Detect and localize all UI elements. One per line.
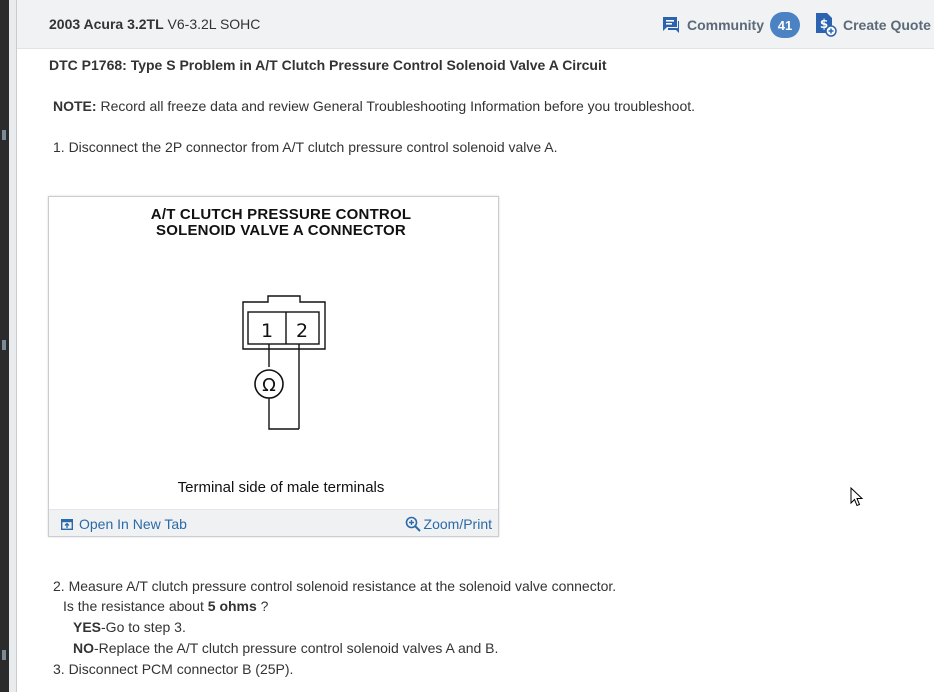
- resistance-question: Is the resistance about 5 ohms ?: [63, 598, 268, 614]
- dollar-document-icon: $: [816, 13, 837, 37]
- step-2-text: 2. Measure A/T clutch pressure control s…: [53, 578, 617, 594]
- vehicle-title: 2003 Acura 3.2TL V6-3.2L SOHC: [49, 16, 260, 32]
- note-text: Record all freeze data and review Genera…: [96, 98, 696, 114]
- edge-marker: [2, 340, 6, 350]
- yes-branch: YES-Go to step 3.: [73, 619, 186, 635]
- left-gutter: [9, 0, 17, 692]
- open-tab-label: Open In New Tab: [79, 516, 187, 532]
- community-button[interactable]: Community 41: [662, 12, 800, 38]
- open-tab-icon: [61, 518, 73, 530]
- edge-marker: [2, 130, 6, 140]
- connector-outline: [242, 295, 326, 350]
- terminal-1-label: 1: [261, 320, 273, 342]
- ohm-symbol: Ω: [262, 375, 276, 396]
- connector-inner-housing: [247, 311, 320, 345]
- zoom-in-icon: [405, 516, 421, 532]
- vehicle-engine: V6-3.2L SOHC: [167, 16, 261, 32]
- note-label: NOTE:: [53, 98, 97, 114]
- mouse-cursor-icon: [850, 487, 864, 507]
- note-paragraph: NOTE: Record all freeze data and review …: [53, 98, 695, 114]
- chat-bubble-icon: [663, 17, 679, 33]
- step-1-text: 1. Disconnect the 2P connector from A/T …: [53, 139, 558, 155]
- step-3-text: 3. Disconnect PCM connector B (25P).: [53, 661, 294, 677]
- figure-title: A/T CLUTCH PRESSURE CONTROL SOLENOID VAL…: [49, 207, 513, 239]
- connector-diagram: 1 2 Ω: [242, 295, 326, 430]
- yes-label: YES: [73, 619, 102, 635]
- figure-title-line-1: A/T CLUTCH PRESSURE CONTROL: [150, 206, 412, 223]
- vehicle-make-model: 2003 Acura 3.2TL: [49, 16, 164, 32]
- no-text: -Replace the A/T clutch pressure control…: [94, 640, 499, 656]
- create-quote-label: Create Quote: [843, 17, 931, 33]
- probe-wire-bottom: [268, 398, 299, 430]
- question-prefix: Is the resistance about: [63, 598, 208, 614]
- zoom-print-label: Zoom/Print: [423, 516, 492, 532]
- figure-title-line-2: SOLENOID VALVE A CONNECTOR: [156, 222, 406, 239]
- create-quote-button[interactable]: $ Create Quote: [814, 12, 931, 38]
- page-header: 2003 Acura 3.2TL V6-3.2L SOHC Community …: [17, 0, 934, 49]
- connector-figure: A/T CLUTCH PRESSURE CONTROL SOLENOID VAL…: [48, 196, 499, 537]
- figure-caption: Terminal side of male terminals: [177, 479, 385, 496]
- question-value: 5 ohms: [207, 598, 257, 614]
- no-label: NO: [73, 640, 94, 656]
- open-in-new-tab-link[interactable]: Open In New Tab: [61, 516, 187, 532]
- edge-marker: [2, 650, 6, 660]
- figure-toolbar: Open In New Tab Zoom/Print: [49, 509, 498, 536]
- community-count-badge: 41: [770, 12, 800, 38]
- window-left-edge: [0, 0, 9, 692]
- community-label: Community: [687, 17, 764, 33]
- question-suffix: ?: [256, 598, 269, 614]
- no-branch: NO-Replace the A/T clutch pressure contr…: [73, 640, 498, 656]
- zoom-print-link[interactable]: Zoom/Print: [405, 516, 492, 532]
- terminal-2-label: 2: [296, 320, 308, 342]
- yes-text: -Go to step 3.: [101, 619, 186, 635]
- dtc-title: DTC P1768: Type S Problem in A/T Clutch …: [49, 57, 607, 73]
